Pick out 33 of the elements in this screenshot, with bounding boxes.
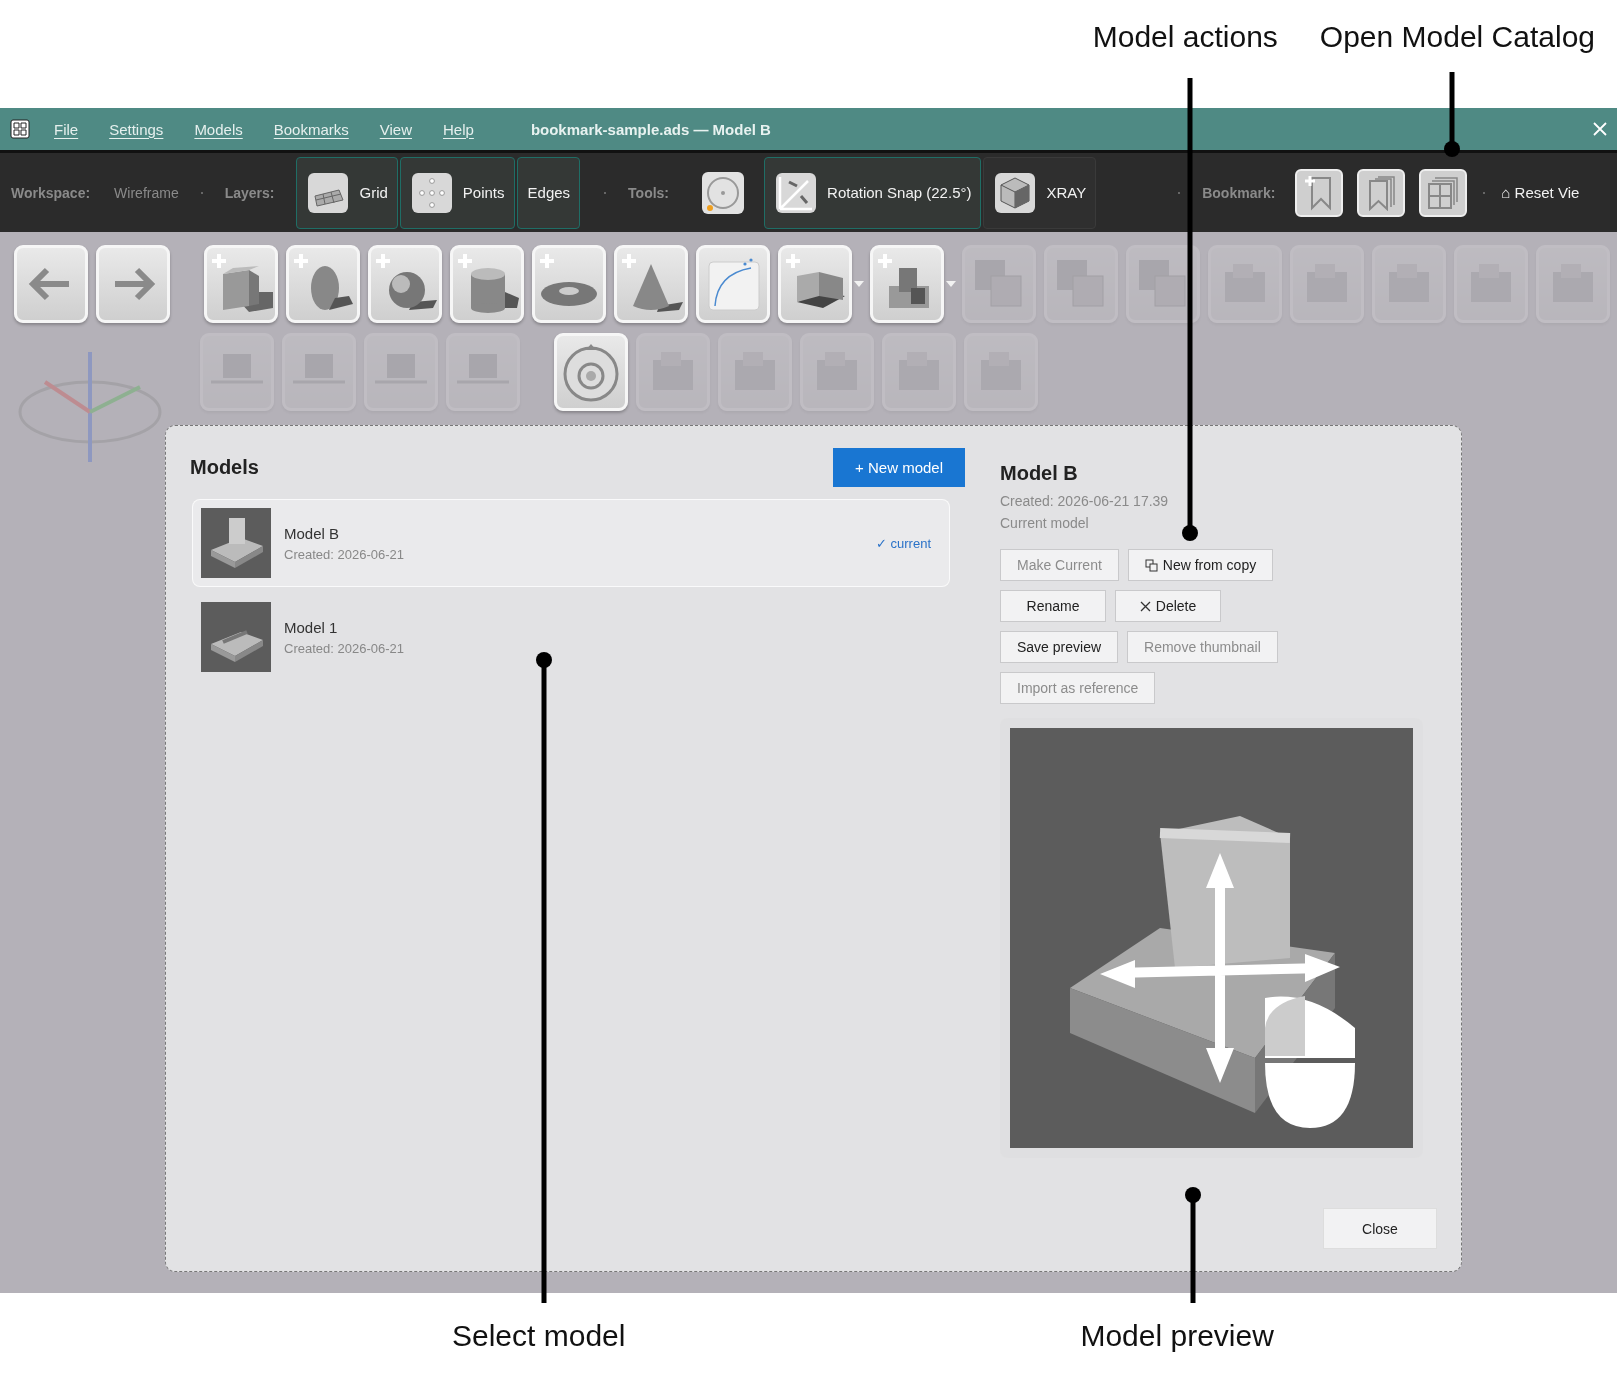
callout-label: Model preview	[1080, 1319, 1274, 1353]
callout-label: Select model	[452, 1319, 626, 1353]
action-button[interactable]: Save preview	[1000, 631, 1119, 663]
workspace-value: Wireframe	[114, 184, 179, 201]
model-created-date: Created: 2026-06-21	[284, 546, 405, 562]
layer-toggle[interactable]: Grid	[296, 156, 398, 229]
layer-toggle[interactable]: Edges	[516, 156, 581, 229]
model-created-time: Created: 2026-06-21 17.39	[1000, 493, 1170, 509]
model-name: Model B	[284, 524, 341, 542]
tool-toggle[interactable]: Rotation Snap (22.5°)	[764, 156, 982, 229]
dialog-title: Models	[190, 456, 259, 479]
current-label: ✓ current	[875, 535, 931, 551]
layer-toggle[interactable]: Points	[399, 156, 515, 229]
window-title: bookmark-sample.ads — Model B	[530, 120, 772, 138]
reset-view-button[interactable]: ⌂ Reset Vie	[1501, 184, 1580, 201]
model-list-item[interactable]: Model 1 Created: 2026-06-21	[192, 593, 950, 681]
layers-label: Layers:	[224, 184, 275, 201]
action-button[interactable]: Rename	[1000, 590, 1106, 622]
workspace-label: Workspace:	[11, 184, 91, 201]
model-list-item[interactable]: Model B Created: 2026-06-21 ✓ current	[192, 499, 950, 587]
callout-label: Open Model Catalog	[1319, 20, 1595, 54]
model-title: Model B	[1000, 462, 1079, 485]
tool-toggle[interactable]: XRAY	[983, 156, 1097, 229]
model-created-date: Created: 2026-06-21	[284, 640, 405, 656]
bookmark-label: Bookmark:	[1202, 184, 1276, 201]
callout-label: Model actions	[1092, 20, 1278, 54]
action-button[interactable]: Delete	[1115, 590, 1221, 622]
close-button[interactable]: Close	[1323, 1208, 1437, 1249]
model-name: Model 1	[284, 618, 339, 636]
new-model-button[interactable]: + New model	[833, 448, 965, 487]
model-status: Current model	[1000, 515, 1090, 531]
tools-label: Tools:	[628, 184, 670, 201]
action-button[interactable]: New from copy	[1127, 549, 1274, 581]
